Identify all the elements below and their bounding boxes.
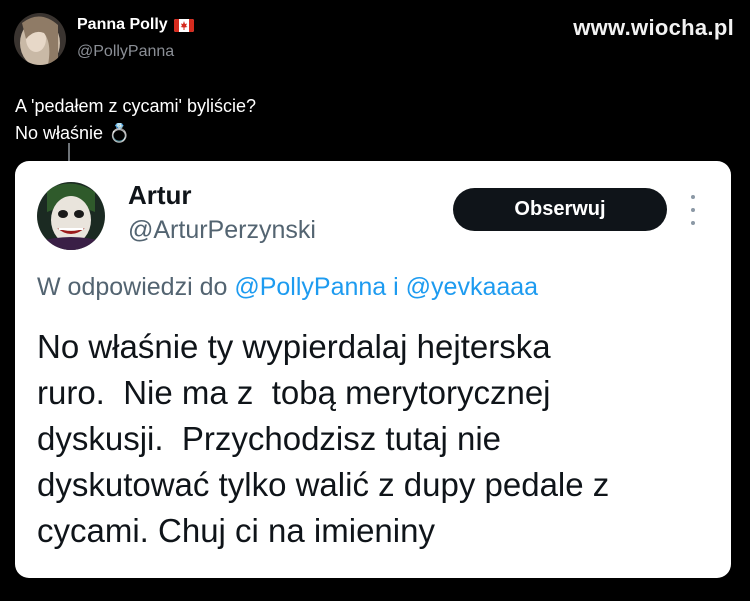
more-options-dot (691, 195, 695, 199)
outer-tweet-line-2-text: No właśnie (15, 123, 104, 143)
reply-mention-link[interactable]: @yevkaaaa (406, 273, 538, 301)
tweet-text-line: No właśnie ty wypierdalaj hejterska (37, 328, 551, 365)
tweet-text-line: dyskusji. Przychodzisz tutaj nie (37, 420, 502, 457)
outer-tweet-line-2: No właśnie 💍 (15, 120, 256, 147)
inner-avatar[interactable] (37, 182, 105, 250)
tweet-text-line: dyskutować tylko walić z dupy pedale z (37, 466, 610, 503)
outer-author-name-text[interactable]: Panna Polly (77, 16, 168, 34)
quoted-tweet-text: No właśnie ty wypierdalaj hejterska ruro… (37, 324, 717, 554)
reply-joiner: i (393, 273, 399, 301)
more-options-dot (691, 221, 695, 225)
canada-flag-icon (173, 18, 194, 32)
site-watermark: www.wiocha.pl (573, 15, 734, 40)
reply-context: W odpowiedzi do @PollyPanna i @yevkaaaa (37, 273, 538, 302)
ring-emoji-icon: 💍 (108, 123, 131, 143)
inner-author-name[interactable]: Artur (128, 180, 192, 211)
outer-avatar[interactable] (14, 13, 66, 65)
tweet-text-line: cycami. Chuj ci na imieniny (37, 512, 435, 549)
follow-button[interactable]: Obserwuj (453, 188, 667, 231)
tweet-text-line: ruro. Nie ma z tobą merytorycznej (37, 374, 551, 411)
more-options-icon[interactable] (687, 195, 699, 225)
reply-prefix: W odpowiedzi do (37, 273, 228, 301)
reply-mention-link[interactable]: @PollyPanna (234, 273, 386, 301)
outer-tweet-line-1: A 'pedałem z cycami' byliście? (15, 96, 256, 116)
inner-author-handle[interactable]: @ArturPerzynski (128, 216, 316, 245)
outer-tweet-text: A 'pedałem z cycami' byliście? No właśni… (15, 93, 256, 147)
quoted-tweet-card[interactable]: Artur @ArturPerzynski Obserwuj W odpowie… (15, 161, 731, 578)
outer-author-name[interactable]: Panna Polly (77, 16, 194, 34)
outer-author-handle[interactable]: @PollyPanna (77, 43, 174, 61)
more-options-dot (691, 208, 695, 212)
